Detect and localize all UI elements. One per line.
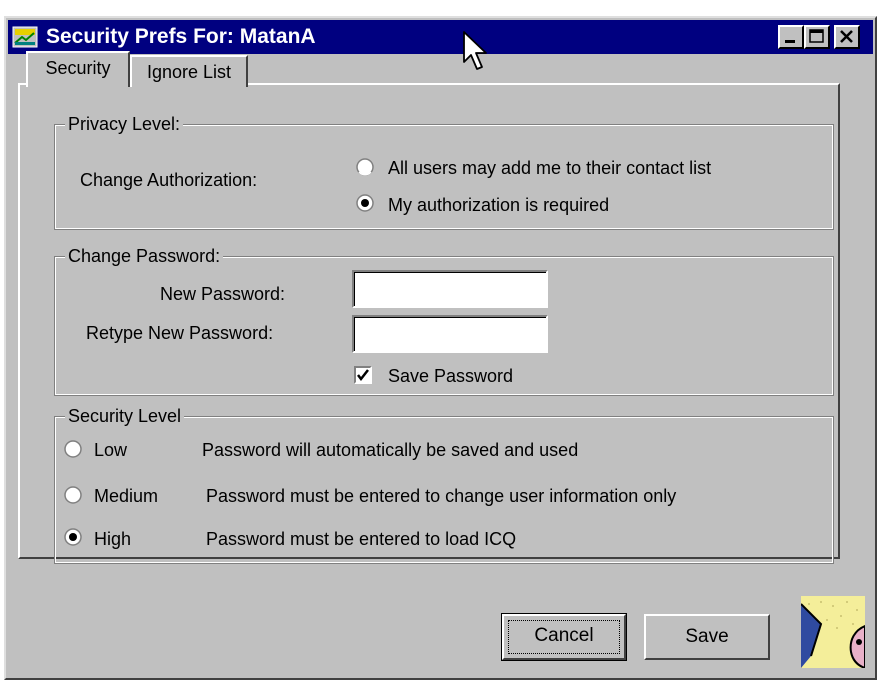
save-button[interactable]: Save [644,614,770,660]
minimize-icon [785,40,795,43]
tab-security-label: Security [45,58,111,78]
retype-password-label: Retype New Password: [86,323,274,343]
save-button-label: Save [685,626,729,647]
focus-rectangle [508,620,620,654]
tab-security[interactable]: Security [26,51,130,87]
save-password-label[interactable]: Save Password [388,364,513,388]
level-high-label[interactable]: High [94,527,131,551]
level-low-description: Password will automatically be saved and… [202,440,579,460]
window-title: Security Prefs For: MatanA [46,25,316,48]
level-high-description: Password must be entered to load ICQ [206,529,517,549]
new-password-input[interactable] [354,272,546,306]
new-password-label: New Password: [160,284,286,304]
radio-authorization-required[interactable] [356,194,374,212]
retype-password-input[interactable] [354,317,546,351]
change-password-legend: Change Password: [65,244,224,268]
radio-level-low[interactable] [64,440,82,458]
save-password-checkbox[interactable] [354,366,372,384]
maximize-icon [809,29,824,43]
icq-app-icon [12,26,38,48]
change-authorization-label: Change Authorization: [80,170,258,190]
mouse-cursor-icon [463,31,487,70]
tab-ignore-list[interactable]: Ignore List [130,55,248,87]
level-medium-description: Password must be entered to change user … [206,486,677,506]
minimize-button[interactable] [778,25,804,49]
security-level-legend: Security Level [65,404,185,428]
radio-authorization-required-label[interactable]: My authorization is required [388,193,609,217]
privacy-level-legend: Privacy Level: [65,112,184,136]
level-medium-label[interactable]: Medium [94,484,158,508]
retype-password-field[interactable] [352,315,548,353]
radio-all-users-label[interactable]: All users may add me to their contact li… [388,156,711,180]
level-low-label[interactable]: Low [94,438,127,462]
radio-all-users[interactable] [356,158,374,176]
radio-level-high[interactable] [64,528,82,546]
avatar [801,596,865,668]
tab-ignore-list-label: Ignore List [146,62,232,82]
radio-level-medium[interactable] [64,486,82,504]
checkmark-icon [357,369,369,382]
cancel-button[interactable]: Cancel [501,613,627,661]
close-icon [840,30,853,43]
close-button[interactable] [834,25,860,49]
new-password-field[interactable] [352,270,548,308]
title-bar[interactable]: Security Prefs For: MatanA [8,20,873,54]
maximize-button[interactable] [804,25,830,49]
